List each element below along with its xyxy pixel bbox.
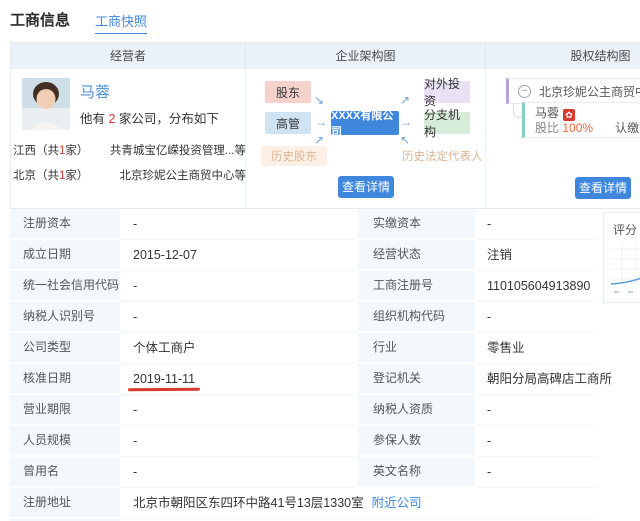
page-title: 工商信息 <box>10 9 70 30</box>
field-value-approval-date: 2019-11-11 <box>120 364 358 395</box>
field-value: 个体工商户 <box>120 333 358 364</box>
operator-name-link[interactable]: 马蓉 <box>80 81 110 102</box>
location-companies: 北京珍妮公主商贸中心等 <box>120 164 247 189</box>
operator-locations: 江西（共1家） 共青城宝亿嵘投资管理...等 北京（共1家） 北京珍妮公主商贸中… <box>13 139 246 189</box>
equity-holder-ratio-line: 股比 100%认缴金额 <box>535 121 640 136</box>
registration-info-table: 注册资本 - 实缴资本 - 成立日期 2015-12-07 经营状态 注销 统一… <box>10 209 597 521</box>
org-node-outbound-investment[interactable]: 对外投资 <box>424 81 470 103</box>
org-node-executives[interactable]: 高管 <box>265 112 311 134</box>
field-value: 零售业 <box>475 333 597 364</box>
field-value: - <box>475 395 597 426</box>
table-row: 营业期限 - 纳税人资质 - <box>10 395 597 426</box>
arrow-right-icon: → <box>400 115 412 129</box>
field-label: 参保人数 <box>358 426 475 457</box>
field-label: 注册资本 <box>10 209 120 240</box>
nearby-companies-link[interactable]: 附近公司 <box>372 496 422 510</box>
field-value: - <box>475 426 597 457</box>
location-companies: 共青城宝亿嵘投资管理...等 <box>110 139 246 164</box>
field-value: - <box>475 457 597 488</box>
field-value: - <box>475 209 597 240</box>
arrow-up-left-icon: ↖ <box>400 133 410 147</box>
field-value: - <box>120 395 358 426</box>
business-snapshot-link[interactable]: 工商快照 <box>95 11 147 34</box>
field-label: 英文名称 <box>358 457 475 488</box>
equity-view-detail-button[interactable]: 查看详情 <box>575 177 631 199</box>
operator-panel: 马蓉 他有 2 家公司，分布如下 江西（共1家） 共青城宝亿嵘投资管理...等 … <box>11 69 246 208</box>
org-node-shareholders[interactable]: 股东 <box>265 81 311 103</box>
score-widget: 评分 <box>603 212 640 303</box>
operator-photo <box>22 78 70 130</box>
field-label: 公司类型 <box>10 333 120 364</box>
table-row: 公司类型 个体工商户 行业 零售业 <box>10 333 597 364</box>
overview-card: 经营者 企业架构图 股权结构图 马蓉 他有 2 家公司，分布如下 <box>10 42 640 209</box>
field-value: - <box>120 302 358 333</box>
equity-root-company: 北京珍妮公主商贸中心 <box>539 83 640 100</box>
field-label: 纳税人识别号 <box>10 302 120 333</box>
arrow-up-right-icon: ↗ <box>400 93 410 107</box>
field-value: 2015-12-07 <box>120 240 358 271</box>
field-label: 统一社会信用代码 <box>10 271 120 302</box>
org-node-branches[interactable]: 分支机构 <box>424 112 470 134</box>
column-header-operator: 经营者 <box>11 43 246 69</box>
field-label: 曾用名 <box>10 457 120 488</box>
equity-panel: − 北京珍妮公主商贸中心 马蓉✿ 股比 100%认缴金额 查看详情 <box>486 69 640 208</box>
red-underline-annotation <box>128 388 200 392</box>
location-region: 江西（共1家） <box>13 139 88 164</box>
org-chart-panel: 股东 高管 历史股东 XXXX有限公司 对外投资 分支机构 历史法定代表人 ↘ … <box>246 69 486 208</box>
field-value-address: 北京市朝阳区东四环中路41号13层1330室附近公司 <box>120 488 597 519</box>
table-row: 注册地址 北京市朝阳区东四环中路41号13层1330室附近公司 <box>10 488 597 519</box>
equity-root-node[interactable]: − 北京珍妮公主商贸中心 <box>506 78 640 104</box>
equity-holder-name-line: 马蓉✿ <box>535 106 640 121</box>
business-info-page: 工商信息 工商快照 经营者 企业架构图 股权结构图 马蓉 <box>0 0 640 521</box>
org-chart-view-detail-button[interactable]: 查看详情 <box>338 176 394 198</box>
score-title: 评分 <box>613 221 637 238</box>
field-label: 实缴资本 <box>358 209 475 240</box>
table-row: 曾用名 - 英文名称 - <box>10 457 597 488</box>
field-value: 注销 <box>475 240 597 271</box>
field-label: 人员规模 <box>10 426 120 457</box>
arrow-up-right-icon: ↗ <box>314 133 324 147</box>
ratio-value: 100% <box>562 121 593 135</box>
table-row: 成立日期 2015-12-07 经营状态 注销 <box>10 240 597 271</box>
field-label: 营业期限 <box>10 395 120 426</box>
field-value: 110105604913890 <box>475 271 597 302</box>
field-label: 经营状态 <box>358 240 475 271</box>
holder-badge-icon: ✿ <box>563 109 575 121</box>
field-value: 朝阳分局高碑店工商所 <box>475 364 597 395</box>
field-label: 成立日期 <box>10 240 120 271</box>
location-row: 北京（共1家） 北京珍妮公主商贸中心等 <box>13 164 246 189</box>
field-value: - <box>120 457 358 488</box>
arrow-right-icon: → <box>315 115 327 129</box>
field-label: 组织机构代码 <box>358 302 475 333</box>
column-header-org-chart: 企业架构图 <box>246 43 486 69</box>
location-region: 北京（共1家） <box>13 164 88 189</box>
column-header-equity-chart: 股权结构图 <box>486 43 640 69</box>
field-value: - <box>120 209 358 240</box>
tree-connector-line <box>513 104 522 118</box>
field-label: 注册地址 <box>10 488 120 519</box>
field-label: 纳税人资质 <box>358 395 475 426</box>
field-label: 登记机关 <box>358 364 475 395</box>
field-value: - <box>120 426 358 457</box>
field-value: - <box>475 302 597 333</box>
overview-card-headers: 经营者 企业架构图 股权结构图 <box>11 43 640 69</box>
table-row: 纳税人识别号 - 组织机构代码 - <box>10 302 597 333</box>
collapse-minus-icon[interactable]: − <box>518 85 531 98</box>
table-row: 核准日期 2019-11-11 登记机关 朝阳分局高碑店工商所 <box>10 364 597 395</box>
operator-summary: 他有 2 家公司，分布如下 <box>80 108 219 127</box>
field-label: 工商注册号 <box>358 271 475 302</box>
table-row: 统一社会信用代码 - 工商注册号 110105604913890 <box>10 271 597 302</box>
table-row: 注册资本 - 实缴资本 - <box>10 209 597 240</box>
location-row: 江西（共1家） 共青城宝亿嵘投资管理...等 <box>13 139 246 164</box>
field-label: 行业 <box>358 333 475 364</box>
score-trend-chart <box>608 241 640 302</box>
equity-holder-node[interactable]: 马蓉✿ 股比 100%认缴金额 <box>522 102 640 138</box>
org-node-historical-legal-rep: 历史法定代表人 <box>402 148 483 164</box>
arrow-down-right-icon: ↘ <box>314 93 324 107</box>
org-node-historical-shareholders[interactable]: 历史股东 <box>261 146 327 166</box>
org-node-company: XXXX有限公司 <box>331 111 399 135</box>
field-label: 核准日期 <box>10 364 120 395</box>
field-value: - <box>120 271 358 302</box>
table-row: 人员规模 - 参保人数 - <box>10 426 597 457</box>
